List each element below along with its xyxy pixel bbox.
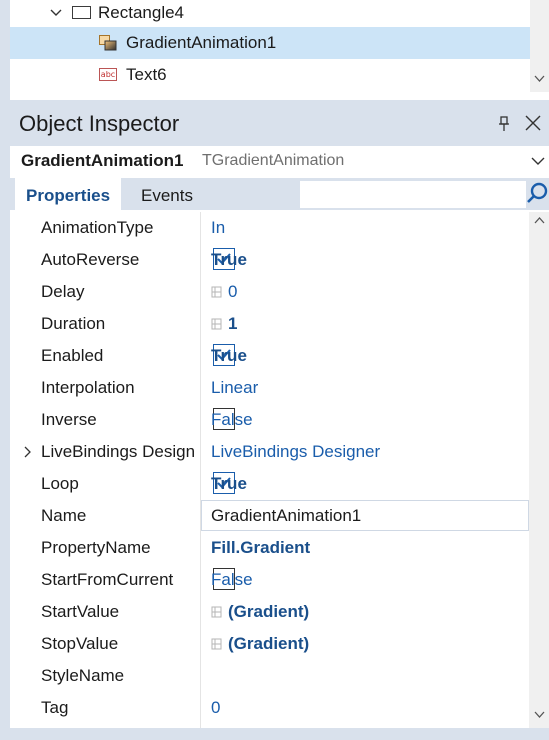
property-row-inverse[interactable]: Inverse False [10,404,528,436]
property-value[interactable]: 0 [228,282,237,302]
property-row-interpolation[interactable]: Interpolation Linear [10,372,528,404]
property-value[interactable]: GradientAnimation1 [211,506,361,526]
property-row-enabled[interactable]: Enabled True [10,340,528,372]
property-value: True [211,474,247,493]
property-value[interactable]: Linear [211,378,258,398]
rectangle-icon [72,6,91,19]
name-edit-field[interactable]: GradientAnimation1 [201,500,529,531]
panel-title: Object Inspector [19,111,180,136]
property-name: StartValue [41,602,120,621]
property-value[interactable]: (Gradient) [228,602,309,622]
grid-scrollbar[interactable] [529,212,549,728]
structure-tree-panel: Rectangle4 GradientAnimation1 abc Text6 [0,0,549,92]
panel-border [0,92,10,740]
tree-item-rectangle4[interactable]: Rectangle4 [10,0,530,29]
selected-object-type: TGradientAnimation [202,152,345,169]
property-row-tag[interactable]: Tag 0 [10,692,528,724]
tab-properties[interactable]: Properties [15,178,122,210]
property-value[interactable]: 0 [211,698,220,718]
property-row-delay[interactable]: Delay 0 [10,276,528,308]
inspector-tabs: Properties Events [10,178,549,210]
property-value: False [211,410,253,429]
property-value[interactable]: In [211,218,225,238]
tree-scrollbar[interactable] [530,0,549,92]
gradient-animation-icon [99,35,117,51]
tree-item-label: Rectangle4 [98,3,185,22]
object-selector[interactable]: GradientAnimation1 TGradientAnimation [10,146,549,178]
chevron-down-icon[interactable] [530,154,546,168]
property-row-autoreverse[interactable]: AutoReverse True [10,244,528,276]
property-row-stopvalue[interactable]: StopValue (Gradient) [10,628,528,660]
property-name: Tag [41,698,69,717]
text-icon: abc [99,68,117,81]
property-name: Name [41,506,87,525]
tree-item-text6[interactable]: abc Text6 [10,59,530,91]
property-name: Interpolation [41,378,135,397]
pin-icon[interactable] [498,116,510,132]
property-row-name[interactable]: Name GradientAnimation1 [10,500,529,532]
property-grid: AnimationType In AutoReverse True Delay … [10,212,529,728]
property-name: StartFromCurrent [41,570,174,589]
property-value[interactable]: Fill.Gradient [211,538,310,558]
property-value[interactable]: LiveBindings Designer [211,442,380,462]
search-input[interactable] [300,181,526,208]
tree-item-label: Text6 [126,65,167,84]
inspector-title-bar: Object Inspector [10,100,549,146]
property-value: False [211,570,253,589]
panel-border [10,728,549,740]
property-row-stylename[interactable]: StyleName [10,660,528,692]
property-name: StopValue [41,634,119,653]
property-name: Enabled [41,346,104,365]
property-value: True [211,346,247,365]
property-row-loop[interactable]: Loop True [10,468,528,500]
property-row-propertyname[interactable]: PropertyName Fill.Gradient [10,532,528,564]
property-row-startfromcurrent[interactable]: StartFromCurrent False [10,564,528,596]
property-name: Inverse [41,410,97,429]
tree-item-label: GradientAnimation1 [126,33,277,52]
property-row-livebindings-designer[interactable]: LiveBindings Design LiveBindings Designe… [10,436,528,468]
property-row-startvalue[interactable]: StartValue (Gradient) [10,596,528,628]
spin-icon [211,318,222,330]
property-name: Delay [41,282,85,301]
spin-icon [211,638,222,650]
close-icon[interactable] [524,114,542,132]
spin-icon [211,606,222,618]
property-name: AutoReverse [41,250,140,269]
tree-item-gradientanimation1[interactable]: GradientAnimation1 [10,27,530,59]
spin-icon [211,286,222,298]
property-value: True [211,250,247,269]
scroll-down-icon[interactable] [533,708,546,721]
search-icon[interactable] [525,181,549,205]
property-name: Loop [41,474,79,493]
property-row-animationtype[interactable]: AnimationType In [10,212,528,244]
chevron-right-icon[interactable] [23,446,32,458]
object-inspector: Object Inspector GradientAnimation1 TGra… [10,100,549,740]
property-name: LiveBindings Design [41,442,196,461]
scroll-down-icon[interactable] [533,72,546,85]
property-value[interactable]: 1 [228,314,237,334]
property-name: PropertyName [41,538,151,557]
chevron-down-icon[interactable] [50,7,62,19]
property-name: AnimationType [41,218,154,237]
property-name: StyleName [41,666,125,685]
tab-events[interactable]: Events [141,178,193,210]
property-value[interactable]: (Gradient) [228,634,309,654]
scroll-up-icon[interactable] [533,214,546,227]
selected-object-name: GradientAnimation1 [21,151,184,170]
property-row-duration[interactable]: Duration 1 [10,308,528,340]
property-name: Duration [41,314,106,333]
